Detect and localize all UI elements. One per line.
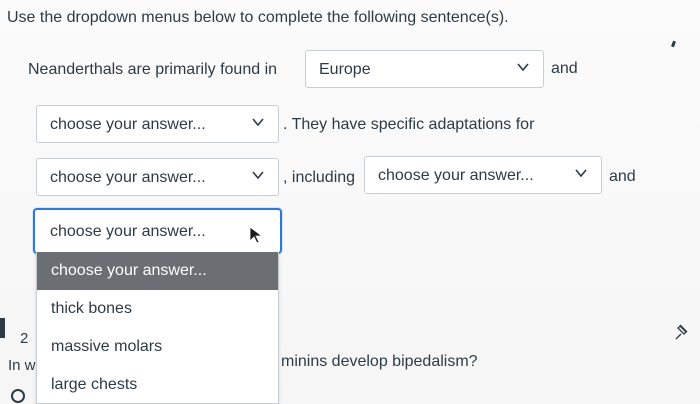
instruction-text: Use the dropdown menus below to complete…	[7, 9, 509, 26]
quiz-page: Use the dropdown menus below to complete…	[0, 0, 700, 404]
question-stem-fragment-right: minins develop bipedalism?	[281, 353, 478, 370]
select-answer-4[interactable]: choose your answer...	[364, 156, 602, 194]
question-number-fragment: 2	[20, 330, 29, 347]
sentence-part-1: Neanderthals are primarily found in	[28, 61, 278, 78]
dropdown-option[interactable]: massive molars	[37, 328, 278, 366]
mouse-pointer-icon	[249, 226, 264, 244]
select-continent[interactable]: Europe	[305, 50, 544, 88]
scroll-marker	[671, 40, 676, 48]
dropdown-option[interactable]: choose your answer...	[37, 252, 278, 290]
dropdown-list: choose your answer... thick bones massiv…	[36, 252, 279, 404]
select-continent-value: Europe	[319, 61, 371, 78]
select-answer-5[interactable]: choose your answer...	[33, 208, 282, 254]
chevron-down-icon	[575, 169, 587, 178]
chevron-down-icon	[517, 63, 529, 72]
pin-icon[interactable]	[672, 322, 692, 342]
select-answer-2-value: choose your answer...	[50, 116, 206, 133]
select-answer-3[interactable]: choose your answer...	[36, 158, 279, 196]
select-answer-4-value: choose your answer...	[378, 167, 534, 184]
sentence-part-2: . They have specific adaptations for	[283, 116, 535, 133]
and-text-2: and	[609, 168, 636, 185]
chevron-down-icon	[252, 171, 264, 180]
question-badge	[0, 318, 5, 338]
chevron-down-icon	[252, 118, 264, 127]
and-text-1: and	[551, 60, 578, 77]
sentence-part-3: , including	[283, 169, 356, 186]
question-stem-fragment-left: In w	[8, 357, 36, 374]
select-answer-3-value: choose your answer...	[50, 169, 206, 186]
answer-radio[interactable]	[11, 389, 25, 403]
dropdown-option[interactable]: large chests	[37, 366, 278, 404]
select-answer-2[interactable]: choose your answer...	[36, 105, 279, 143]
select-answer-5-value: choose your answer...	[50, 223, 206, 240]
dropdown-option[interactable]: thick bones	[37, 290, 278, 328]
